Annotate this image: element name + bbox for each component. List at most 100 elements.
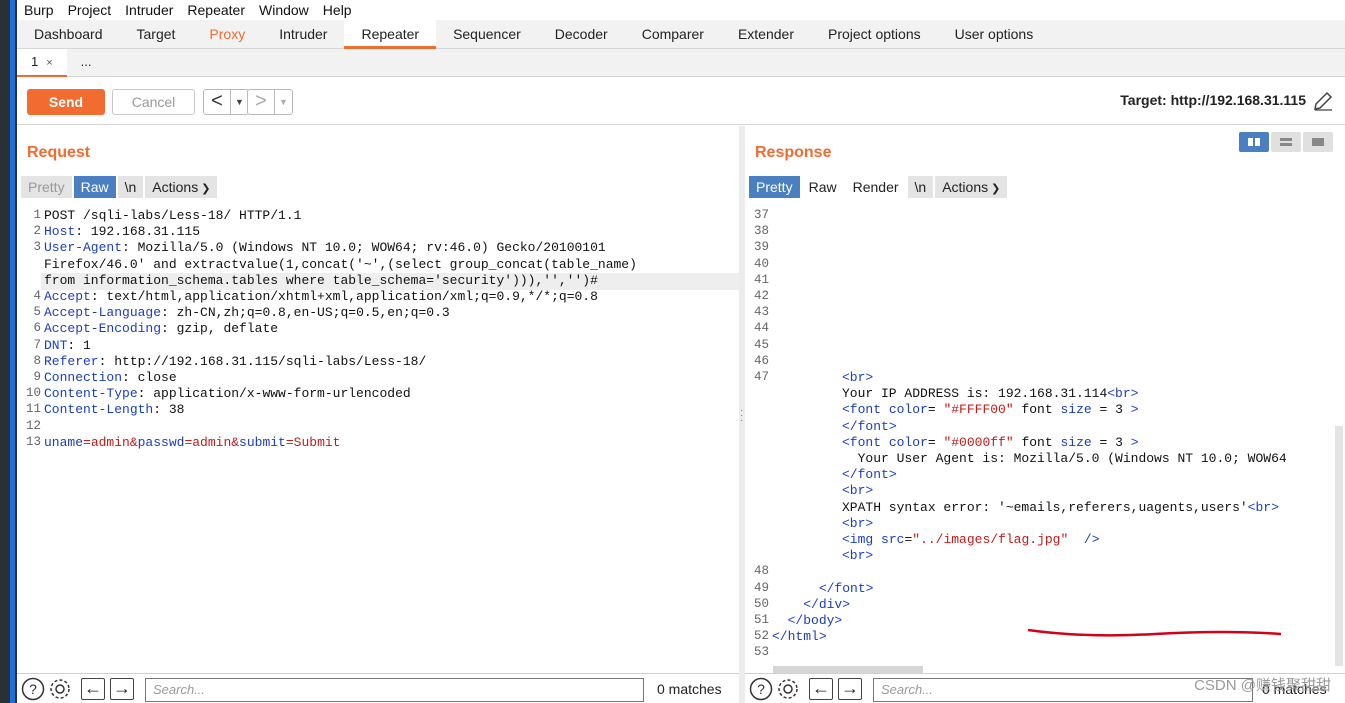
response-view-bar: Pretty Raw Render \n Actions ❯ <box>749 176 1008 198</box>
vertical-scrollbar[interactable] <box>1335 426 1343 666</box>
header-value: : 1 <box>67 337 91 353</box>
gear-icon[interactable] <box>776 677 800 701</box>
menu-intruder[interactable]: Intruder <box>118 2 180 18</box>
menu-project[interactable]: Project <box>61 2 119 18</box>
header-value: from information_schema.tables where tab… <box>44 272 598 288</box>
single-pane-layout-button[interactable] <box>1303 132 1333 152</box>
response-line: Your User Agent is: Mozilla/5.0 (Windows… <box>842 451 1287 466</box>
request-line: from information_schema.tables where tab… <box>44 273 598 288</box>
line-number: 44 <box>753 321 769 336</box>
header-value: : http://192.168.31.115/sqli-labs/Less-1… <box>98 353 427 369</box>
header-name: Content-Type <box>44 386 138 402</box>
pretty-button[interactable]: Pretty <box>21 176 72 198</box>
close-icon[interactable]: × <box>46 57 52 69</box>
line-number: 50 <box>753 596 769 611</box>
tab-sequencer[interactable]: Sequencer <box>436 20 538 49</box>
line-number: 2 <box>33 224 41 239</box>
tab-proxy[interactable]: Proxy <box>192 20 262 49</box>
header-name: Content-Length <box>44 402 154 418</box>
actions-menu[interactable]: Actions ❯ <box>145 176 218 198</box>
response-line: <font color= "#FFFF00" font size = 3 > <box>842 402 1139 417</box>
next-match-button[interactable]: → <box>110 678 134 700</box>
actions-menu[interactable]: Actions ❯ <box>935 176 1008 198</box>
request-line: Accept-Language: zh-CN,zh;q=0.8,en-US;q=… <box>44 305 450 320</box>
forward-arrow-icon[interactable]: > <box>248 90 274 114</box>
line-number: 11 <box>25 402 41 417</box>
header-name: Host <box>44 224 76 240</box>
request-search-input[interactable]: Search... <box>145 678 644 702</box>
response-line: </div> <box>772 597 850 612</box>
request-search-bar: ? ← → Search... 0 matches <box>17 673 739 703</box>
header-value: : zh-CN,zh;q=0.8,en-US;q=0.5,en;q=0.3 <box>161 305 450 321</box>
newline-toggle[interactable]: \n <box>907 176 934 198</box>
raw-button[interactable]: Raw <box>802 176 844 198</box>
menu-window[interactable]: Window <box>252 2 316 18</box>
pencil-icon[interactable] <box>1311 89 1335 113</box>
tab-target[interactable]: Target <box>120 20 193 49</box>
back-arrow-icon[interactable]: < <box>204 90 230 114</box>
tab-user-options[interactable]: User options <box>938 20 1051 49</box>
target-label: Target: http://192.168.31.115 <box>1120 92 1306 108</box>
tab-intruder[interactable]: Intruder <box>262 20 344 49</box>
render-button[interactable]: Render <box>846 176 906 198</box>
line-number: 51 <box>753 613 769 627</box>
tab-comparer[interactable]: Comparer <box>625 20 721 49</box>
tab-extender[interactable]: Extender <box>721 20 811 49</box>
request-editor[interactable]: 1 POST /sqli-labs/Less-18/ HTTP/1.1 2 Host:… <box>17 206 739 676</box>
header-name: User-Agent <box>44 240 123 256</box>
side-by-side-layout-button[interactable] <box>1239 132 1269 152</box>
line-number: 47 <box>753 370 769 384</box>
header-value: : gzip, deflate <box>161 321 279 337</box>
chevron-down-icon: ❯ <box>991 183 1001 195</box>
line-number: 13 <box>25 434 41 449</box>
header-name: DNT <box>44 337 68 353</box>
header-value: : close <box>122 370 177 385</box>
stacked-layout-button[interactable] <box>1271 132 1301 152</box>
send-button[interactable]: Send <box>27 89 105 115</box>
gear-icon[interactable] <box>48 677 72 701</box>
tab-project-options[interactable]: Project options <box>811 20 938 49</box>
previous-match-button[interactable]: ← <box>81 678 105 700</box>
response-line: <img src="../images/flag.jpg" /> <box>842 532 1100 547</box>
menu-burp[interactable]: Burp <box>17 2 61 18</box>
previous-match-button[interactable]: ← <box>809 678 833 700</box>
header-value: Firefox/46.0' and extractvalue(1,concat(… <box>44 256 637 272</box>
repeater-tab-1[interactable]: 1 × <box>17 49 67 77</box>
chevron-down-icon[interactable]: ▼ <box>230 90 248 114</box>
header-value: : text/html,application/xhtml+xml,applic… <box>90 289 598 304</box>
next-match-button[interactable]: → <box>838 678 862 700</box>
cancel-button[interactable]: Cancel <box>112 89 195 115</box>
chevron-down-icon[interactable]: ▼ <box>274 90 292 114</box>
response-line: <br> <box>842 516 873 531</box>
tab-decoder[interactable]: Decoder <box>538 20 625 49</box>
tab-dashboard[interactable]: Dashboard <box>17 20 120 49</box>
new-tab-button[interactable]: ... <box>67 49 106 77</box>
help-icon[interactable]: ? <box>749 677 773 701</box>
request-line: Accept: text/html,application/xhtml+xml,… <box>44 289 598 304</box>
request-line: DNT: 1 <box>44 338 91 353</box>
tab-repeater[interactable]: Repeater <box>344 20 437 49</box>
line-number: 5 <box>33 305 41 320</box>
response-text: <font color= "#0000ff" font size = 3 > <box>842 434 1139 450</box>
response-editor[interactable]: 37 38 39 40 41 42 43 44 45 46 47 <br> Your IP ADDRES… <box>745 206 1345 676</box>
newline-toggle[interactable]: \n <box>117 176 144 198</box>
menu-repeater[interactable]: Repeater <box>180 2 252 18</box>
help-icon[interactable]: ? <box>21 677 45 701</box>
pretty-button[interactable]: Pretty <box>749 176 800 198</box>
line-number: 4 <box>33 289 41 303</box>
header-value: : Mozilla/5.0 (Windows NT 10.0; WOW64; r… <box>122 240 606 256</box>
response-line: XPATH syntax error: '~emails,referers,ua… <box>842 500 1279 515</box>
response-text: XPATH syntax error: '~emails,referers,ua… <box>842 499 1279 515</box>
menu-help[interactable]: Help <box>316 2 359 18</box>
line-number: 7 <box>33 337 41 352</box>
repeater-sub-tabs: 1 × ... <box>17 49 1345 77</box>
repeater-tab-label: 1 <box>31 54 39 69</box>
response-text: </div> <box>803 596 851 612</box>
raw-button[interactable]: Raw <box>73 176 116 198</box>
line-number: 10 <box>25 386 41 401</box>
response-text: <img src="../images/flag.jpg" /> <box>842 532 1100 547</box>
header-value: POST /sqli-labs/Less-18/ HTTP/1.1 <box>44 208 302 223</box>
line-number: 1 <box>33 208 41 222</box>
response-line: </font> <box>842 419 897 434</box>
line-number: 41 <box>753 272 769 287</box>
